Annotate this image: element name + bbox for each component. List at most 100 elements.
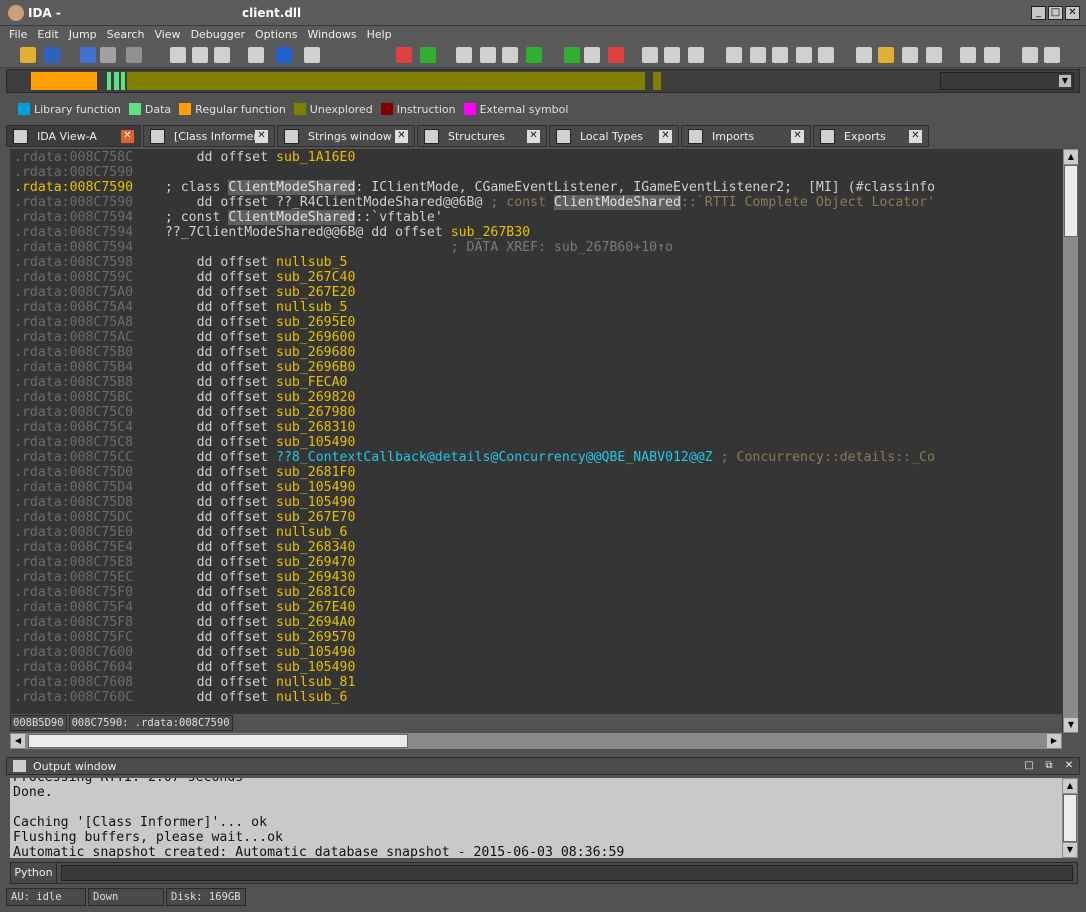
tab-close-icon[interactable]: ✕ [659, 130, 672, 143]
code-symbol[interactable]: sub_268310 [276, 420, 355, 435]
code-symbol[interactable]: sub_105490 [276, 495, 355, 510]
code-line[interactable]: .rdata:008C75D8 dd offset sub_105490 [14, 495, 355, 510]
delete-icon[interactable] [608, 47, 624, 63]
calc-icon[interactable] [856, 47, 872, 63]
navigation-band[interactable] [6, 69, 1080, 93]
code-line[interactable]: .rdata:008C75F8 dd offset sub_2694A0 [14, 615, 355, 630]
code-line[interactable]: .rdata:008C7600 dd offset sub_105490 [14, 645, 355, 660]
code-symbol[interactable]: nullsub_5 [276, 300, 347, 315]
float-icon[interactable]: ⧉ [1043, 760, 1055, 772]
clear-icon[interactable] [126, 47, 142, 63]
scroll-up-icon[interactable]: ▲ [1064, 150, 1078, 164]
code-line[interactable]: .rdata:008C7608 dd offset nullsub_81 [14, 675, 355, 690]
code-line[interactable]: .rdata:008C75B0 dd offset sub_269680 [14, 345, 355, 360]
code-line[interactable]: .rdata:008C7604 dd offset sub_105490 [14, 660, 355, 675]
array-icon[interactable] [526, 47, 542, 63]
code-symbol[interactable]: sub_2695E0 [276, 315, 355, 330]
code-symbol[interactable]: sub_FECA0 [276, 375, 347, 390]
code-symbol[interactable]: sub_269820 [276, 390, 355, 405]
back-icon[interactable] [80, 47, 96, 63]
code-symbol[interactable]: sub_269570 [276, 630, 355, 645]
structures-toolbar-icon[interactable] [960, 47, 976, 63]
code-symbol[interactable]: sub_267E20 [276, 285, 355, 300]
code-symbol[interactable]: sub_2696B0 [276, 360, 355, 375]
scroll-right-icon[interactable]: ▶ [1047, 734, 1061, 748]
maximize-icon[interactable]: □ [1048, 6, 1063, 20]
menu-item-jump[interactable]: Jump [64, 26, 102, 44]
command-input[interactable] [61, 865, 1073, 881]
code-symbol[interactable]: sub_2694A0 [276, 615, 355, 630]
code-symbol[interactable]: sub_267E70 [276, 510, 355, 525]
code-symbol[interactable]: sub_2681F0 [276, 465, 355, 480]
menu-item-search[interactable]: Search [102, 26, 150, 44]
code-line[interactable]: .rdata:008C7594 ??_7ClientModeShared@@6B… [14, 225, 530, 240]
close-icon[interactable]: ✕ [1063, 760, 1075, 772]
close-icon[interactable]: ✕ [1065, 6, 1080, 20]
output-log[interactable]: Processing RTTI: 2.07 secondsDone. Cachin… [10, 778, 1062, 858]
tab-close-icon[interactable]: ✕ [791, 130, 804, 143]
open-icon[interactable] [20, 47, 36, 63]
code-line[interactable]: .rdata:008C75C8 dd offset sub_105490 [14, 435, 355, 450]
menu-item-edit[interactable]: Edit [32, 26, 63, 44]
code-line[interactable]: .rdata:008C75B8 dd offset sub_FECA0 [14, 375, 347, 390]
code-line[interactable]: .rdata:008C75D4 dd offset sub_105490 [14, 480, 355, 495]
scroll-left-icon[interactable]: ◀ [11, 734, 25, 748]
code-line[interactable]: .rdata:008C759C dd offset sub_267C40 [14, 270, 355, 285]
code-symbol[interactable]: sub_267980 [276, 405, 355, 420]
code-icon[interactable] [456, 47, 472, 63]
code-symbol[interactable]: sub_105490 [276, 645, 355, 660]
breakpoint-icon[interactable] [304, 47, 320, 63]
code-line[interactable]: .rdata:008C758C dd offset sub_1A16E0 [14, 150, 355, 165]
scroll-thumb[interactable] [28, 734, 408, 748]
highlighted-name[interactable]: ClientModeShared [553, 195, 681, 210]
tab-close-icon[interactable]: ✕ [121, 130, 134, 143]
navigation-combo[interactable]: ▼ [940, 72, 1074, 90]
code-symbol[interactable]: sub_268340 [276, 540, 355, 555]
code-line[interactable]: .rdata:008C75F0 dd offset sub_2681C0 [14, 585, 355, 600]
problems-icon[interactable] [926, 47, 942, 63]
hex-view-icon[interactable] [1022, 47, 1038, 63]
library-symbol[interactable]: ??8_ContextCallback@details@Concurrency@… [276, 450, 713, 465]
code-symbol[interactable]: sub_2681C0 [276, 585, 355, 600]
tab-close-icon[interactable]: ✕ [527, 130, 540, 143]
code-symbol[interactable]: sub_267E40 [276, 600, 355, 615]
code-line[interactable]: .rdata:008C75A8 dd offset sub_2695E0 [14, 315, 355, 330]
tab-close-icon[interactable]: ✕ [255, 130, 268, 143]
code-line[interactable]: .rdata:008C7594 ; DATA XREF: sub_267B60+… [14, 240, 673, 255]
highlighted-name[interactable]: ClientModeShared [228, 210, 356, 225]
segments-icon[interactable] [726, 47, 742, 63]
menu-item-help[interactable]: Help [362, 26, 397, 44]
code-line[interactable]: .rdata:008C7590 [14, 165, 133, 180]
code-symbol[interactable]: nullsub_81 [276, 675, 355, 690]
minimize-icon[interactable]: _ [1031, 6, 1046, 20]
code-line[interactable]: .rdata:008C7594 ; const ClientModeShared… [14, 210, 443, 225]
code-line[interactable]: .rdata:008C75C0 dd offset sub_267980 [14, 405, 355, 420]
code-line[interactable]: .rdata:008C75E8 dd offset sub_269470 [14, 555, 355, 570]
run-icon[interactable] [420, 47, 436, 63]
code-symbol[interactable]: sub_105490 [276, 660, 355, 675]
save-icon[interactable] [44, 47, 60, 63]
jump-icon[interactable] [248, 47, 264, 63]
code-symbol[interactable]: sub_105490 [276, 480, 355, 495]
local-types-toolbar-icon[interactable] [984, 47, 1000, 63]
xrefs-icon[interactable] [878, 47, 894, 63]
tab-imports[interactable]: Imports ✕ [681, 125, 811, 147]
scroll-down-icon[interactable]: ▼ [1064, 718, 1078, 732]
code-symbol[interactable]: sub_269430 [276, 570, 355, 585]
tab-local-types[interactable]: Local Types ✕ [549, 125, 679, 147]
code-line[interactable]: .rdata:008C7598 dd offset nullsub_5 [14, 255, 347, 270]
chevron-down-icon[interactable]: ▼ [1059, 75, 1071, 87]
menu-item-file[interactable]: File [4, 26, 32, 44]
name-icon[interactable] [584, 47, 600, 63]
menu-item-options[interactable]: Options [250, 26, 302, 44]
code-line[interactable]: .rdata:008C75C4 dd offset sub_268310 [14, 420, 355, 435]
code-symbol[interactable]: sub_1A16E0 [276, 150, 355, 165]
code-line[interactable]: .rdata:008C7590 ; class ClientModeShared… [14, 180, 935, 195]
data-icon[interactable] [480, 47, 496, 63]
horizontal-scrollbar[interactable]: ◀ ▶ [10, 733, 1062, 749]
code-symbol[interactable]: sub_105490 [276, 435, 355, 450]
function-icon[interactable] [642, 47, 658, 63]
vertical-scrollbar[interactable]: ▲ ▼ [1062, 149, 1078, 733]
functions-window-icon[interactable] [772, 47, 788, 63]
tab-close-icon[interactable]: ✕ [909, 130, 922, 143]
